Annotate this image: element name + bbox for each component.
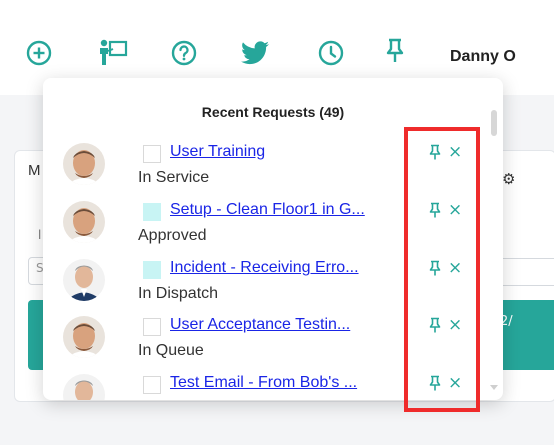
request-row: User Training In Service ×: [43, 142, 503, 201]
request-link[interactable]: Incident - Receiving Erro...: [170, 259, 380, 277]
request-status: In Queue: [138, 342, 204, 359]
request-link[interactable]: Setup - Clean Floor1 in G...: [170, 201, 380, 219]
pin-icon[interactable]: [427, 374, 443, 392]
avatar: [63, 374, 105, 400]
request-row: Incident - Receiving Erro... In Dispatch…: [43, 258, 503, 317]
scroll-thumb[interactable]: [491, 110, 497, 136]
recent-requests-popup: Recent Requests (49) User Training In Se…: [43, 78, 503, 400]
request-row: Setup - Clean Floor1 in G... Approved ×: [43, 200, 503, 259]
background-tab-label: M: [28, 162, 41, 179]
request-status: In Service: [138, 169, 210, 186]
close-icon[interactable]: ×: [448, 200, 462, 220]
request-link[interactable]: User Training: [170, 143, 380, 161]
popup-title: Recent Requests (49): [201, 104, 345, 120]
pin-icon[interactable]: [427, 316, 443, 334]
request-link[interactable]: Test Email - From Bob's ...: [170, 374, 380, 392]
background-label: l: [38, 228, 42, 242]
close-icon[interactable]: ×: [448, 258, 462, 278]
help-circle-icon[interactable]: [168, 37, 200, 69]
pin-icon[interactable]: [427, 201, 443, 219]
close-icon[interactable]: ×: [448, 315, 462, 335]
pin-icon[interactable]: [427, 143, 443, 161]
request-checkbox[interactable]: [143, 261, 161, 279]
avatar: [63, 201, 105, 243]
request-row: User Acceptance Testin... In Queue ×: [43, 315, 503, 374]
request-status: In Dispatch: [138, 285, 219, 302]
request-checkbox[interactable]: [143, 318, 161, 336]
add-circle-icon[interactable]: [23, 37, 55, 69]
avatar: [63, 259, 105, 301]
gear-icon[interactable]: ⚙: [502, 170, 515, 188]
avatar: [63, 316, 105, 358]
user-name[interactable]: Danny O: [450, 48, 516, 66]
request-status: Approved: [138, 227, 207, 244]
presentation-icon[interactable]: [97, 37, 129, 69]
close-icon[interactable]: ×: [448, 142, 462, 162]
close-icon[interactable]: ×: [448, 373, 462, 393]
clock-icon[interactable]: [315, 37, 347, 69]
avatar: [63, 143, 105, 185]
request-checkbox[interactable]: [143, 376, 161, 394]
twitter-icon[interactable]: [239, 37, 271, 69]
scroll-down-arrow-icon[interactable]: [490, 385, 498, 390]
request-link[interactable]: User Acceptance Testin...: [170, 316, 380, 334]
pin-icon[interactable]: [379, 35, 411, 67]
request-checkbox[interactable]: [143, 145, 161, 163]
pin-icon[interactable]: [427, 259, 443, 277]
popup-scrollbar[interactable]: [490, 110, 498, 390]
request-checkbox[interactable]: [143, 203, 161, 221]
request-row: Test Email - From Bob's ... ×: [43, 373, 503, 400]
